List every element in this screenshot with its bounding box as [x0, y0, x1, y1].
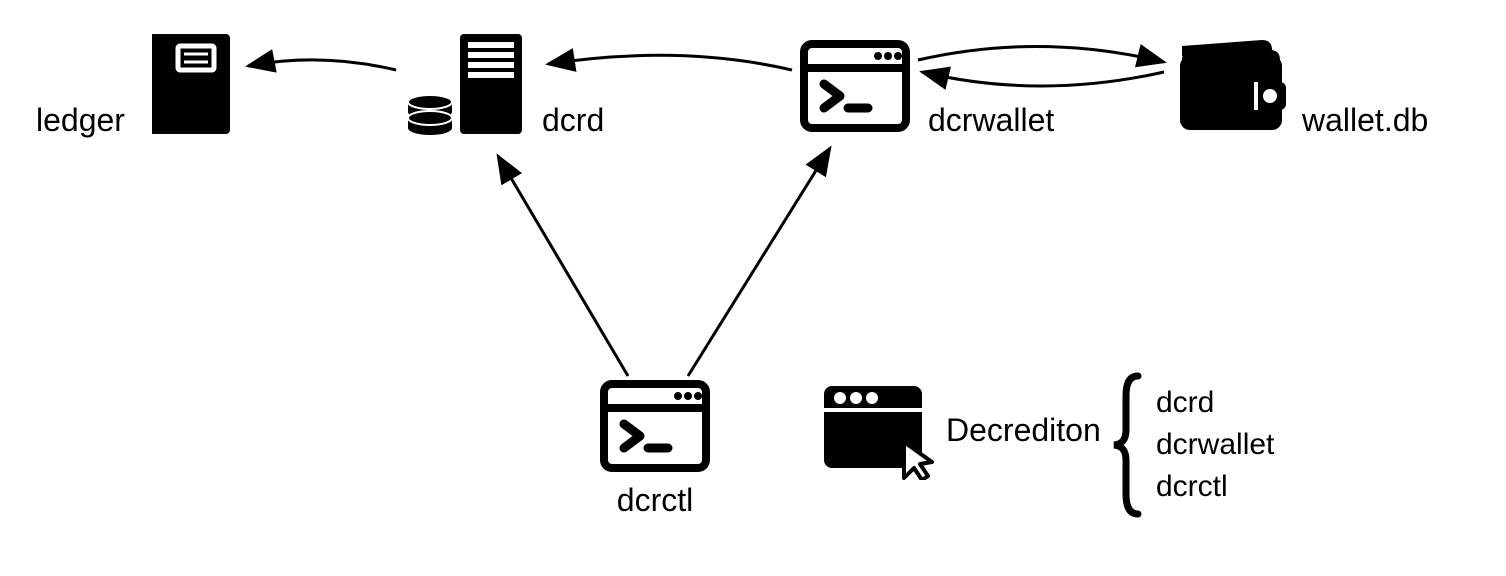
dcrwallet-node	[800, 40, 910, 132]
decrediton-bundle: dcrd dcrwallet dcrctl	[1108, 370, 1274, 520]
dcrctl-label: dcrctl	[617, 482, 693, 519]
book-icon	[148, 30, 236, 138]
decrediton-label: Decrediton	[946, 412, 1101, 449]
walletdb-node	[1172, 38, 1290, 138]
ledger-node	[148, 30, 236, 138]
walletdb-label: wallet.db	[1302, 102, 1428, 139]
terminal-icon	[600, 380, 710, 472]
bundle-item: dcrd	[1156, 382, 1274, 424]
wallet-icon	[1172, 38, 1290, 138]
bundle-item: dcrctl	[1156, 466, 1274, 508]
ledger-label: ledger	[36, 102, 125, 139]
server-icon	[400, 26, 540, 144]
brace-icon	[1108, 370, 1148, 520]
terminal-icon	[800, 40, 910, 132]
dcrwallet-label: dcrwallet	[928, 102, 1054, 139]
dcrd-label: dcrd	[542, 102, 604, 139]
bundle-item: dcrwallet	[1156, 424, 1274, 466]
dcrctl-node: dcrctl	[600, 380, 710, 519]
decrediton-node: Decrediton	[818, 380, 1101, 480]
dcrd-node	[400, 26, 540, 144]
app-window-cursor-icon	[818, 380, 938, 480]
